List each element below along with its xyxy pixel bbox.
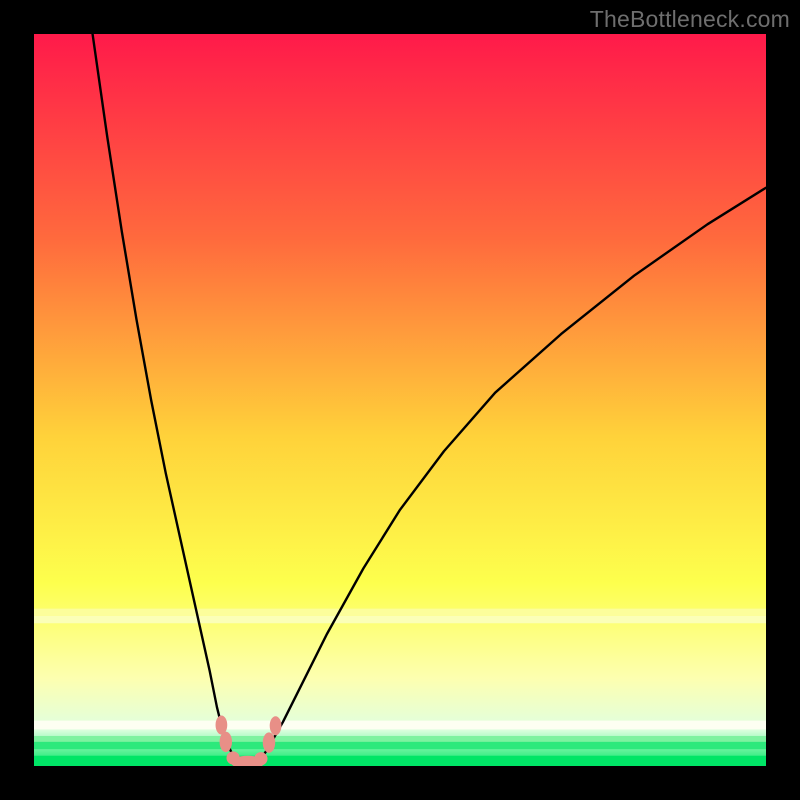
marker-right-branch-low	[263, 732, 275, 752]
marker-left-branch-high	[216, 715, 228, 734]
marker-floor-blob-right	[254, 752, 267, 765]
band-green-mid	[34, 742, 766, 749]
plot-area	[34, 34, 766, 766]
band-green-top	[34, 736, 766, 743]
outer-frame: TheBottleneck.com	[0, 0, 800, 800]
band-white-band	[34, 721, 766, 730]
marker-left-branch-low	[220, 732, 232, 752]
watermark-text: TheBottleneck.com	[590, 6, 790, 33]
band-yellow-band-bottom	[34, 616, 766, 623]
band-green-bottom	[34, 756, 766, 766]
marker-right-branch-high	[270, 716, 282, 735]
band-yellow-band-top	[34, 609, 766, 616]
background-gradient	[34, 34, 766, 766]
marker-floor-blob-left	[227, 751, 240, 764]
